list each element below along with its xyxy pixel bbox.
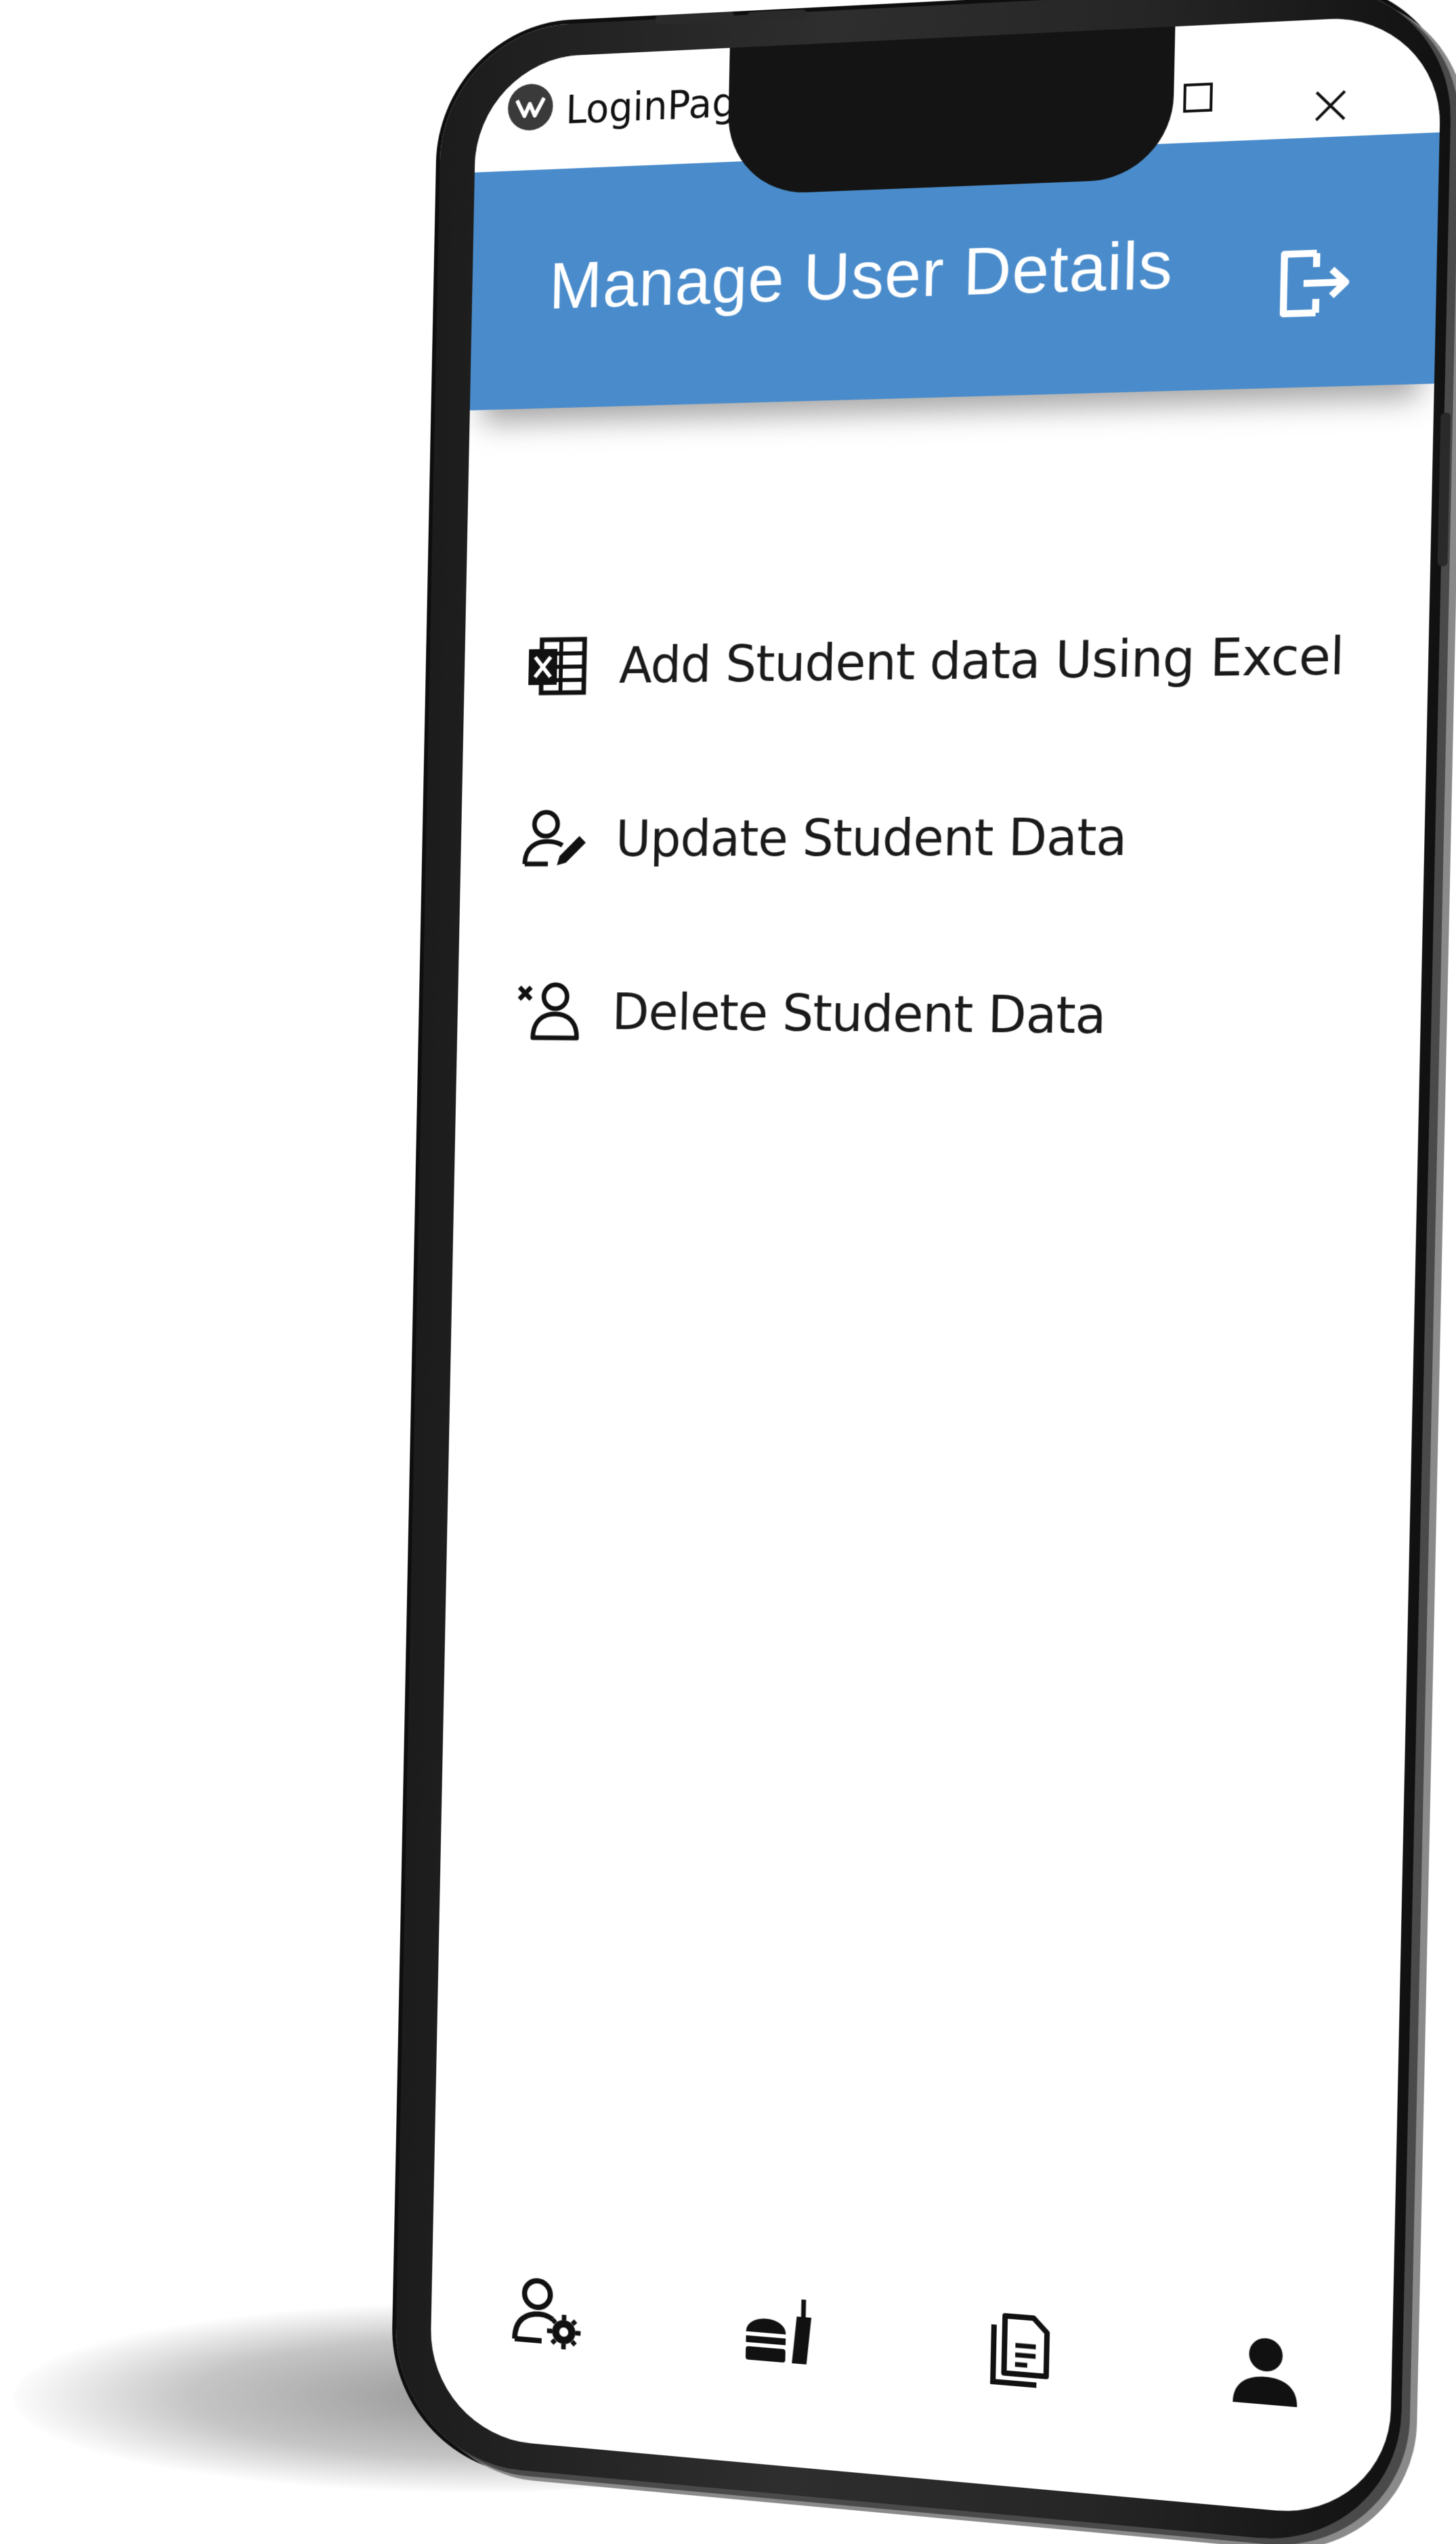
logout-icon bbox=[1266, 236, 1360, 330]
excel-icon bbox=[521, 630, 594, 704]
nav-profile[interactable] bbox=[1216, 2319, 1316, 2423]
side-button bbox=[1438, 412, 1451, 566]
page-title: Manage User Details bbox=[549, 226, 1174, 324]
nav-documents[interactable] bbox=[970, 2299, 1068, 2402]
top-button bbox=[655, 12, 733, 25]
close-icon bbox=[1312, 87, 1349, 125]
phone-mockup: LoginPage Manage User Details Add Studen… bbox=[381, 0, 1456, 2544]
user-remove-icon bbox=[515, 975, 587, 1048]
nav-user-settings[interactable] bbox=[500, 2262, 592, 2362]
menu-item-label: Update Student Data bbox=[615, 808, 1127, 868]
bottom-nav bbox=[430, 2224, 1394, 2465]
food-icon bbox=[739, 2288, 820, 2375]
maximize-button[interactable] bbox=[1166, 65, 1230, 130]
documents-icon bbox=[978, 2307, 1061, 2395]
menu-item-add-excel[interactable]: Add Student data Using Excel bbox=[521, 566, 1403, 753]
person-icon bbox=[1223, 2327, 1308, 2416]
top-button-2 bbox=[747, 9, 807, 20]
menu-list: Add Student data Using Excel Update Stud… bbox=[513, 566, 1402, 1109]
menu-item-delete-student[interactable]: Delete Student Data bbox=[513, 926, 1394, 1109]
notch bbox=[727, 20, 1175, 196]
user-edit-icon bbox=[518, 803, 591, 876]
menu-item-update-student[interactable]: Update Student Data bbox=[517, 746, 1398, 927]
phone-frame: LoginPage Manage User Details Add Studen… bbox=[393, 0, 1453, 2544]
nav-food[interactable] bbox=[732, 2281, 827, 2382]
app-screen: LoginPage Manage User Details Add Studen… bbox=[429, 14, 1442, 2520]
user-settings-icon bbox=[507, 2269, 586, 2355]
maximize-icon bbox=[1182, 81, 1214, 114]
close-button[interactable] bbox=[1298, 73, 1363, 138]
stage: LoginPage Manage User Details Add Studen… bbox=[0, 0, 1456, 2544]
logout-button[interactable] bbox=[1266, 236, 1360, 330]
app-logo-icon bbox=[507, 83, 553, 131]
menu-item-label: Add Student data Using Excel bbox=[618, 627, 1344, 695]
menu-item-label: Delete Student Data bbox=[612, 983, 1107, 1045]
